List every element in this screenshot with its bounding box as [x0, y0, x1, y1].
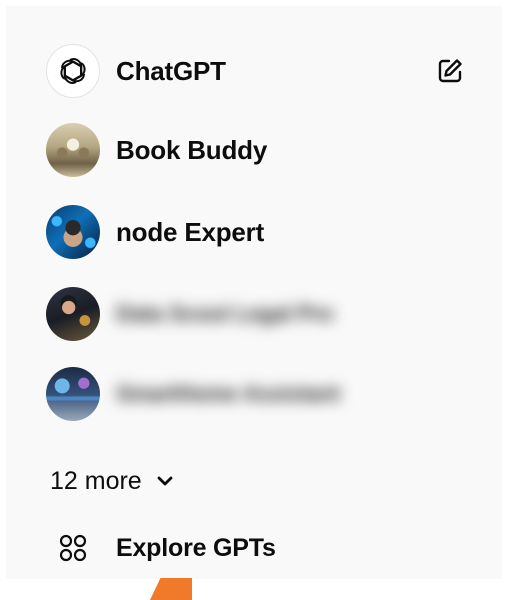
- sidebar-item-node-expert[interactable]: node Expert: [46, 203, 474, 261]
- sidebar-item-label: node Expert: [116, 216, 265, 247]
- home-avatar: [46, 367, 100, 421]
- sidebar-item-label: Book Buddy: [116, 134, 268, 165]
- sidebar-item-book-buddy[interactable]: Book Buddy: [46, 121, 474, 179]
- explore-gpts-label: Explore GPTs: [116, 533, 276, 562]
- chevron-down-icon: [157, 476, 173, 486]
- grid-icon: [46, 521, 100, 575]
- legal-avatar: [46, 287, 100, 341]
- edit-icon[interactable]: [436, 57, 464, 85]
- sidebar-panel: ChatGPT Book Buddy node Expert Data Scou…: [6, 6, 502, 579]
- sidebar-item-chatgpt[interactable]: ChatGPT: [46, 42, 474, 100]
- book-buddy-avatar: [46, 123, 100, 177]
- sidebar-item-label: ChatGPT: [116, 55, 226, 86]
- sidebar-item-home[interactable]: SmartHome Assistant: [46, 365, 474, 423]
- explore-gpts-button[interactable]: Explore GPTs: [46, 519, 474, 577]
- sidebar-item-label: SmartHome Assistant: [116, 381, 341, 406]
- show-more-label: 12 more: [50, 466, 142, 495]
- sidebar-item-label: Data Scout Legal Pro: [116, 301, 334, 326]
- show-more-button[interactable]: 12 more: [50, 465, 174, 497]
- openai-logo-icon: [46, 44, 100, 98]
- sidebar-item-legal[interactable]: Data Scout Legal Pro: [46, 285, 474, 343]
- orange-marker: [150, 578, 192, 600]
- node-expert-avatar: [46, 205, 100, 259]
